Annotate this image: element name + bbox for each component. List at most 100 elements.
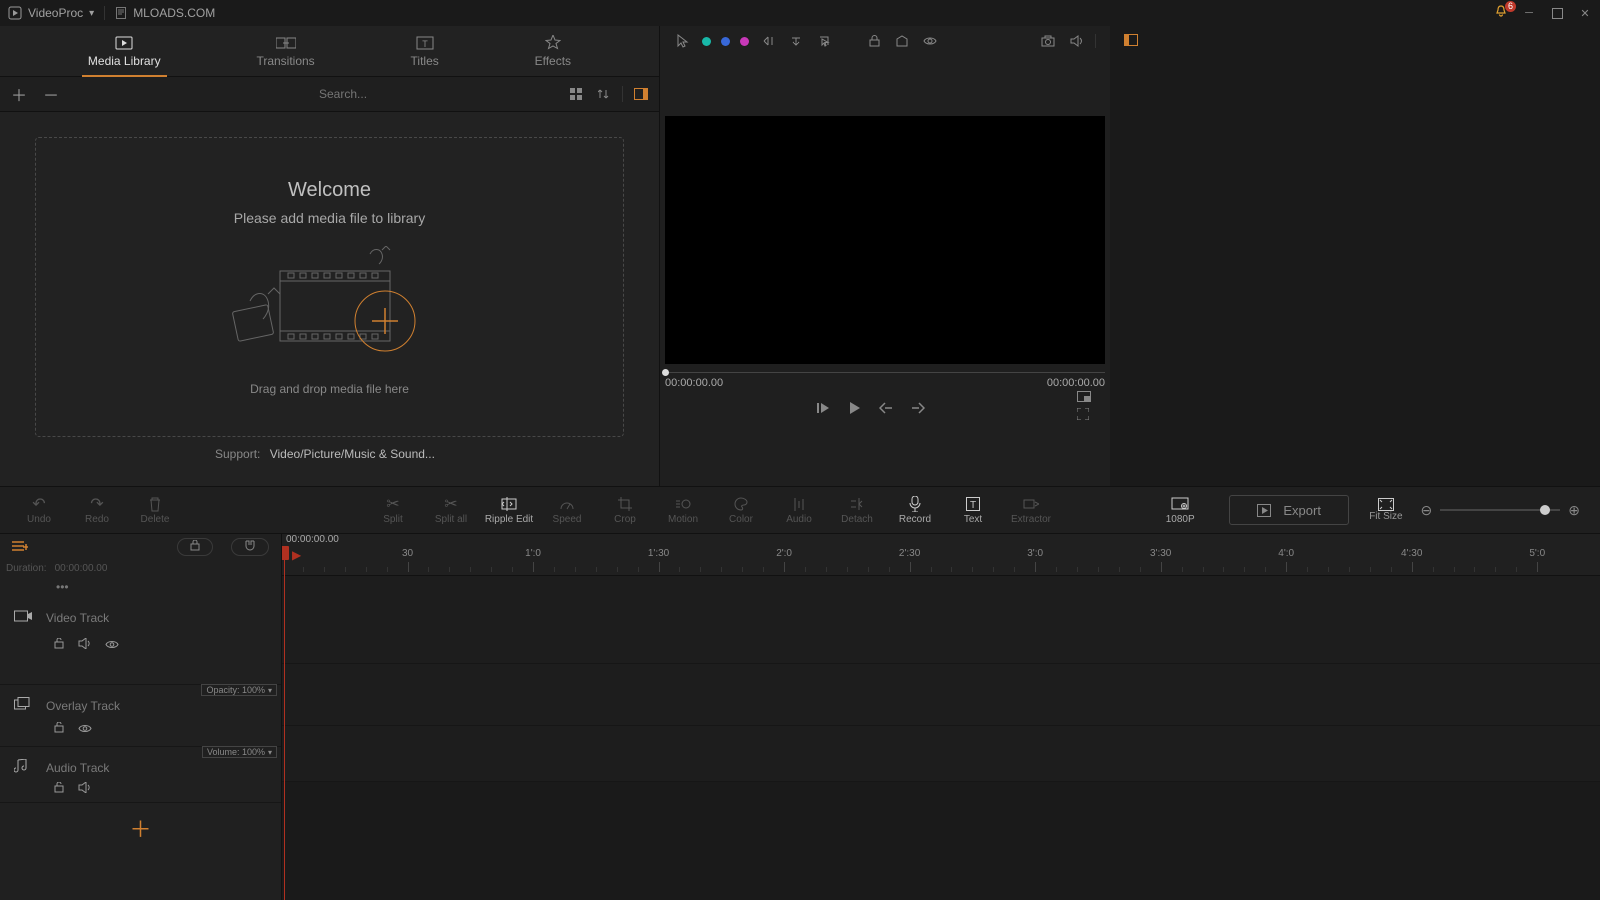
marker-magenta[interactable] <box>740 37 749 46</box>
video-track-lane[interactable] <box>282 576 1600 664</box>
media-drop-zone[interactable]: Welcome Please add media file to library <box>35 137 624 437</box>
welcome-heading: Welcome <box>288 179 371 202</box>
video-track-icon <box>14 609 32 626</box>
marker-teal[interactable] <box>702 37 711 46</box>
zoom-out-button[interactable]: ⊖ <box>1421 502 1433 519</box>
crop-button[interactable]: Crop <box>596 495 654 525</box>
timeline-canvas[interactable]: 00:00:00.00 301':01':302':02':303':03':3… <box>282 534 1600 900</box>
support-value: Video/Picture/Music & Sound... <box>270 447 435 461</box>
audio-icon[interactable] <box>1067 32 1085 50</box>
ripple-edit-button[interactable]: Ripple Edit <box>480 495 538 525</box>
chevron-down-icon[interactable]: ▾ <box>89 8 94 19</box>
track-lock-icon[interactable] <box>54 722 64 736</box>
preview-toolbar <box>660 26 1110 56</box>
play-icon[interactable] <box>849 401 861 418</box>
track-more-icon[interactable]: ••• <box>0 577 281 597</box>
opacity-badge[interactable]: Opacity: 100% ▾ <box>201 684 277 696</box>
track-mute-icon[interactable] <box>78 638 91 652</box>
audio-track-header[interactable]: Volume: 100% ▾ Audio Track <box>0 747 281 803</box>
snapshot-icon[interactable] <box>1039 32 1057 50</box>
sort-icon[interactable] <box>594 84 614 104</box>
safe-zone-icon[interactable] <box>893 32 911 50</box>
app-name: VideoProc <box>28 6 83 20</box>
zoom-in-button[interactable]: ⊕ <box>1568 502 1580 519</box>
magnet-toggle[interactable] <box>231 538 269 556</box>
grid-view-icon[interactable] <box>566 84 586 104</box>
properties-toggle-icon[interactable] <box>1124 33 1138 49</box>
split-all-button[interactable]: ✂Split all <box>422 495 480 525</box>
maximize-button[interactable] <box>1550 6 1564 20</box>
overlay-track-header[interactable]: Opacity: 100% ▾ Overlay Track <box>0 685 281 747</box>
fullscreen-icon[interactable] <box>1077 407 1089 424</box>
split-button[interactable]: ✂Split <box>364 495 422 525</box>
audio-button[interactable]: Audio <box>770 495 828 525</box>
tab-media-library[interactable]: Media Library <box>82 31 167 71</box>
overlay-track-lane[interactable] <box>282 664 1600 726</box>
minimize-button[interactable]: ─ <box>1522 6 1536 20</box>
add-track-icon[interactable] <box>12 539 28 555</box>
media-illustration <box>220 246 440 356</box>
track-mute-icon[interactable] <box>78 782 91 796</box>
preview-scrubber[interactable] <box>665 372 1105 373</box>
motion-button[interactable]: Motion <box>654 495 712 525</box>
next-frame-icon[interactable] <box>911 401 925 417</box>
track-visibility-icon[interactable] <box>78 722 92 736</box>
detach-button[interactable]: Detach <box>828 495 886 525</box>
speed-button[interactable]: Speed <box>538 495 596 525</box>
frame-down-icon[interactable] <box>787 32 805 50</box>
svg-text:T: T <box>970 500 976 511</box>
fit-size-button[interactable]: Fit Size <box>1369 498 1402 522</box>
prev-frame-icon[interactable] <box>879 401 893 417</box>
extractor-button[interactable]: Extractor <box>1002 495 1060 525</box>
notification-badge: 6 <box>1505 1 1516 12</box>
text-button[interactable]: TText <box>944 495 1002 525</box>
color-button[interactable]: Color <box>712 495 770 525</box>
support-label: Support: <box>215 447 260 461</box>
close-button[interactable]: ✕ <box>1578 6 1592 20</box>
drop-hint: Drag and drop media file here <box>250 382 409 396</box>
zoom-slider[interactable] <box>1440 509 1560 511</box>
cursor-frame-icon[interactable] <box>815 32 833 50</box>
track-visibility-icon[interactable] <box>105 638 119 652</box>
frame-back-icon[interactable] <box>759 32 777 50</box>
app-logo[interactable]: VideoProc ▾ <box>8 6 94 20</box>
search-input[interactable] <box>319 87 556 101</box>
marker-blue[interactable] <box>721 37 730 46</box>
titlebar: VideoProc ▾ MLOADS.COM 6 ─ ✕ <box>0 0 1600 26</box>
panel-toggle-icon[interactable] <box>631 84 651 104</box>
add-track-button[interactable]: ＋ <box>0 803 281 853</box>
pip-icon[interactable] <box>1077 389 1091 406</box>
media-tabs: Media Library Transitions T Titles Effec… <box>0 26 659 76</box>
notification-bell-icon[interactable]: 6 <box>1494 5 1508 22</box>
timeline-ruler[interactable]: 00:00:00.00 301':01':302':02':303':03':3… <box>282 534 1600 576</box>
secondary-title: MLOADS.COM <box>133 6 215 20</box>
tab-effects[interactable]: Effects <box>529 31 577 71</box>
export-button[interactable]: Export <box>1229 495 1349 525</box>
play-from-start-icon[interactable] <box>817 401 831 418</box>
tab-transitions[interactable]: Transitions <box>250 31 320 71</box>
playhead[interactable]: ▶ <box>284 548 285 900</box>
preview-viewport[interactable] <box>665 116 1105 364</box>
delete-button[interactable]: Delete <box>126 495 184 525</box>
video-track-header[interactable]: Video Track <box>0 597 281 685</box>
redo-button[interactable]: ↷Redo <box>68 495 126 525</box>
lock-icon[interactable] <box>865 32 883 50</box>
undo-button[interactable]: ↶Undo <box>10 495 68 525</box>
add-media-button[interactable]: ＋ <box>8 83 30 105</box>
volume-badge[interactable]: Volume: 100% ▾ <box>202 746 277 758</box>
track-lock-icon[interactable] <box>54 782 64 796</box>
svg-text:T: T <box>422 39 428 49</box>
pointer-tool-icon[interactable] <box>674 32 692 50</box>
audio-track-lane[interactable] <box>282 726 1600 782</box>
tab-label: Titles <box>411 54 439 68</box>
media-panel: Media Library Transitions T Titles Effec… <box>0 26 660 486</box>
record-button[interactable]: Record <box>886 495 944 525</box>
track-lock-toggle[interactable] <box>177 538 213 556</box>
tab-label: Transitions <box>256 54 314 68</box>
tab-titles[interactable]: T Titles <box>405 31 445 71</box>
track-lock-icon[interactable] <box>54 638 64 652</box>
media-toolbar: ＋ － <box>0 76 659 112</box>
visibility-icon[interactable] <box>921 32 939 50</box>
remove-media-button[interactable]: － <box>40 83 62 105</box>
resolution-button[interactable]: 1080P <box>1151 495 1209 525</box>
